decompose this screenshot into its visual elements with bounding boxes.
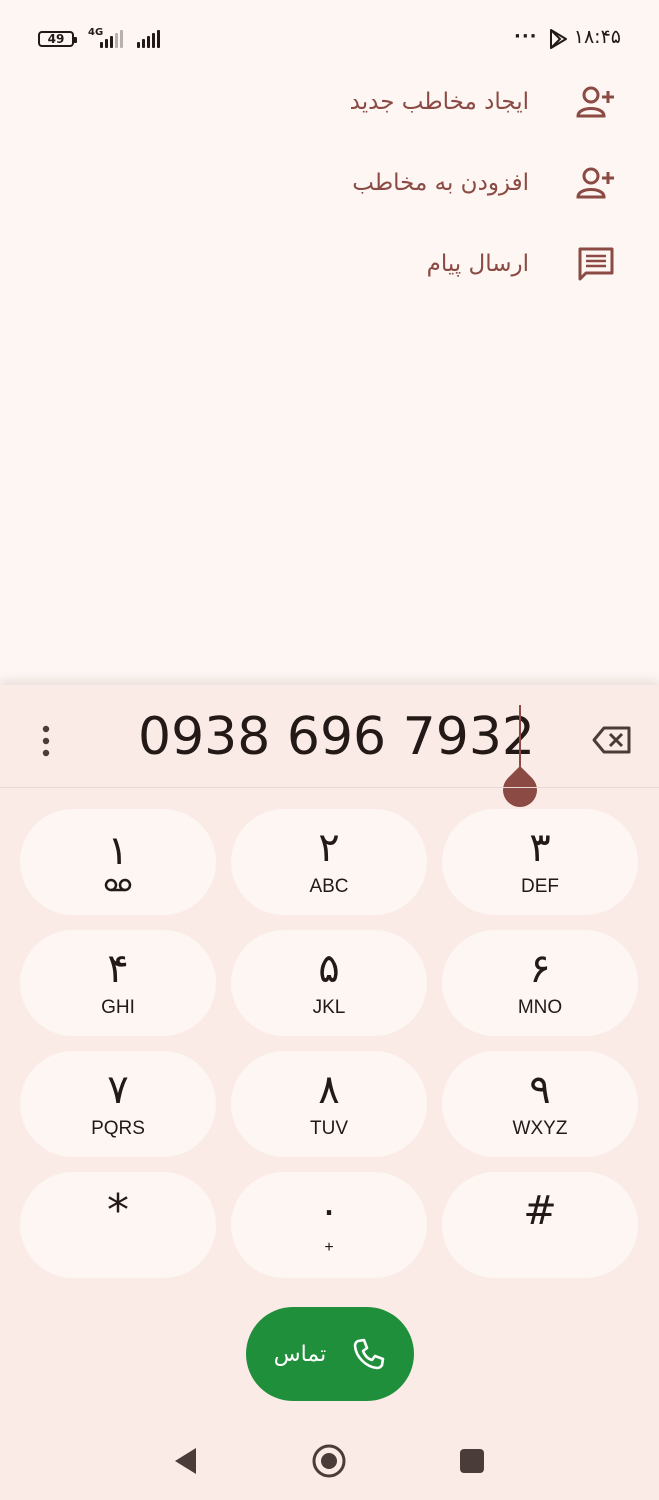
key-digit: ۲ <box>318 825 340 871</box>
overflow-dots: ··· <box>514 26 538 47</box>
clock: ۱۸:۴۵ <box>573 26 621 48</box>
status-bar: 49 4G ··· ۱۸:۴۵ <box>0 0 659 80</box>
dialed-number[interactable]: 0938 696 7932 <box>138 707 535 767</box>
key-letters: ABC <box>309 876 349 897</box>
signal-icon <box>137 30 160 48</box>
key-6[interactable]: ۶ MNO <box>442 930 638 1036</box>
key-letters: WXYZ <box>512 1118 568 1139</box>
key-9[interactable]: ۹ WXYZ <box>442 1051 638 1157</box>
message-icon <box>575 243 617 285</box>
add-to-contact-label: افزودن به مخاطب <box>352 170 529 196</box>
key-0[interactable]: ۰ + <box>231 1172 427 1278</box>
key-letters: + <box>324 1239 334 1256</box>
dialpad-panel: 0938 696 7932 ۱ ۲ ABC ۳ DEF ۴ GHI ۵ JKL … <box>0 685 659 1500</box>
key-digit: # <box>523 1188 557 1234</box>
create-contact-action[interactable]: ایجاد مخاطب جدید <box>350 72 617 132</box>
home-icon[interactable] <box>311 1443 347 1479</box>
call-label: تماس <box>273 1341 327 1367</box>
more-options-icon[interactable] <box>32 723 60 759</box>
voicemail-icon <box>104 878 132 892</box>
key-digit: * <box>107 1185 129 1236</box>
divider <box>0 787 659 788</box>
battery-level: 49 <box>47 32 65 46</box>
key-3[interactable]: ۳ DEF <box>442 809 638 915</box>
signal-icon <box>100 30 123 48</box>
key-letters: TUV <box>310 1118 348 1139</box>
send-message-label: ارسال پیام <box>426 251 529 277</box>
key-letters: MNO <box>517 997 563 1018</box>
call-button[interactable]: تماس <box>246 1307 414 1401</box>
send-message-action[interactable]: ارسال پیام <box>427 234 617 294</box>
add-person-icon <box>575 162 617 204</box>
key-1[interactable]: ۱ <box>20 809 216 915</box>
play-store-icon <box>550 29 567 49</box>
key-letters: DEF <box>521 876 559 897</box>
cursor-handle[interactable] <box>495 765 545 815</box>
navigation-bar <box>0 1420 659 1500</box>
key-star[interactable]: * <box>20 1172 216 1278</box>
key-digit: ۰ <box>318 1188 340 1234</box>
key-letters: PQRS <box>91 1118 145 1139</box>
key-letters: GHI <box>101 997 135 1018</box>
key-digit: ۱ <box>107 828 129 874</box>
key-digit: ۶ <box>529 946 551 992</box>
add-to-contact-action[interactable]: افزودن به مخاطب <box>352 153 617 213</box>
back-icon[interactable] <box>172 1446 198 1476</box>
key-digit: ۹ <box>529 1067 551 1113</box>
add-person-icon <box>575 81 617 123</box>
key-4[interactable]: ۴ GHI <box>20 930 216 1036</box>
key-digit: ۸ <box>318 1067 340 1113</box>
key-8[interactable]: ۸ TUV <box>231 1051 427 1157</box>
backspace-icon[interactable] <box>592 725 632 755</box>
create-contact-label: ایجاد مخاطب جدید <box>349 89 529 115</box>
key-digit: ۵ <box>318 946 340 992</box>
key-digit: ۷ <box>107 1067 129 1113</box>
key-2[interactable]: ۲ ABC <box>231 809 427 915</box>
recents-icon[interactable] <box>459 1448 485 1474</box>
key-5[interactable]: ۵ JKL <box>231 930 427 1036</box>
key-hash[interactable]: # <box>442 1172 638 1278</box>
battery-icon: 49 <box>38 31 77 47</box>
key-letters: JKL <box>312 997 346 1018</box>
phone-icon <box>353 1338 385 1370</box>
key-digit: ۴ <box>107 946 129 992</box>
key-digit: ۳ <box>529 825 551 871</box>
key-7[interactable]: ۷ PQRS <box>20 1051 216 1157</box>
